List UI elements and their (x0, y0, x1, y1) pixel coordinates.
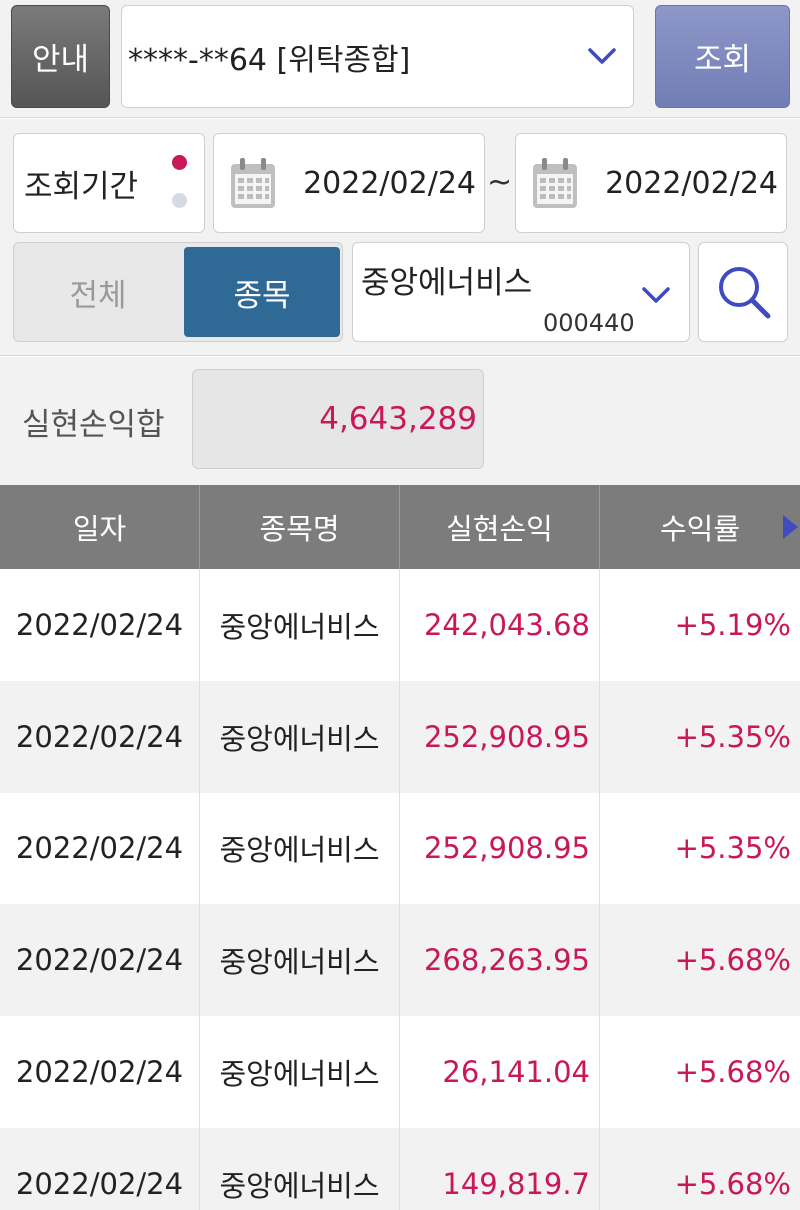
cell-pl: 149,819.7 (400, 1127, 600, 1210)
query-button[interactable]: 조회 (655, 5, 790, 108)
summary-area: 실현손익합 4,643,289 (0, 357, 800, 485)
cell-pl: 252,908.95 (400, 680, 600, 793)
summary-value: 4,643,289 (192, 369, 484, 469)
cell-name: 중앙에너비스 (200, 1127, 400, 1210)
calendar-icon (533, 158, 577, 208)
table-row[interactable]: 2022/02/24 중앙에너비스 252,908.95 +5.35% (0, 792, 800, 905)
period-label: 조회기간 (24, 168, 139, 205)
table-row[interactable]: 2022/02/24 중앙에너비스 268,263.95 +5.68% (0, 904, 800, 1017)
cell-rate: +5.68% (674, 1166, 791, 1201)
column-header-rate[interactable]: 수익률 (600, 485, 800, 569)
cell-date: 2022/02/24 (0, 1127, 200, 1210)
cell-date: 2022/02/24 (0, 569, 200, 681)
cell-date: 2022/02/24 (0, 1016, 200, 1128)
table-body: 2022/02/24 중앙에너비스 242,043.68 +5.19% 2022… (0, 569, 800, 1210)
table-row[interactable]: 2022/02/24 중앙에너비스 242,043.68 +5.19% (0, 569, 800, 681)
search-icon (719, 267, 771, 319)
top-bar: 안내 ****-**64 [위탁종합] 조회 (0, 0, 800, 118)
scope-segment: 전체 종목 (13, 242, 343, 342)
cell-pl: 242,043.68 (400, 569, 600, 681)
cell-date: 2022/02/24 (0, 680, 200, 793)
table-header: 일자 종목명 실현손익 수익률 (0, 485, 800, 569)
cell-name: 중앙에너비스 (200, 792, 400, 905)
date-to-field[interactable]: 2022/02/24 (515, 133, 787, 233)
summary-label: 실현손익합 (22, 407, 165, 443)
cell-rate: +5.19% (674, 607, 791, 642)
cell-name: 중앙에너비스 (200, 1016, 400, 1128)
cell-rate: +5.68% (674, 943, 791, 978)
cell-rate: +5.35% (674, 831, 791, 866)
cell-rate: +5.68% (674, 1055, 791, 1090)
filter-area: 조회기간 2022/02/24 ~ 2022/02/24 전체 종목 중앙에너비… (0, 119, 800, 356)
period-dot-inactive[interactable] (172, 193, 187, 208)
cell-date: 2022/02/24 (0, 792, 200, 905)
cell-pl: 26,141.04 (400, 1016, 600, 1128)
cell-date: 2022/02/24 (0, 904, 200, 1017)
date-from-field[interactable]: 2022/02/24 (213, 133, 485, 233)
date-separator: ~ (487, 165, 513, 200)
cell-rate: +5.35% (674, 719, 791, 754)
cell-name: 중앙에너비스 (200, 569, 400, 681)
column-header-pl[interactable]: 실현손익 (400, 485, 600, 569)
date-to-value: 2022/02/24 (605, 165, 778, 201)
guide-button[interactable]: 안내 (11, 5, 110, 108)
tab-all[interactable]: 전체 (14, 243, 182, 341)
next-columns-arrow-icon[interactable] (780, 513, 800, 541)
cell-pl: 252,908.95 (400, 792, 600, 905)
cell-name: 중앙에너비스 (200, 680, 400, 793)
calendar-icon (231, 158, 275, 208)
stock-select[interactable]: 중앙에너비스 000440 (352, 242, 690, 342)
chevron-down-icon (588, 48, 616, 64)
cell-pl: 268,263.95 (400, 904, 600, 1017)
cell-name: 중앙에너비스 (200, 904, 400, 1017)
search-button[interactable] (698, 242, 788, 342)
chevron-down-icon (642, 287, 670, 303)
tab-stock[interactable]: 종목 (184, 247, 340, 337)
column-header-name[interactable]: 종목명 (200, 485, 400, 569)
table-row[interactable]: 2022/02/24 중앙에너비스 252,908.95 +5.35% (0, 680, 800, 793)
account-select[interactable]: ****-**64 [위탁종합] (121, 5, 634, 108)
period-dot-active[interactable] (172, 155, 187, 170)
period-selector[interactable]: 조회기간 (13, 133, 205, 233)
account-value: ****-**64 [위탁종합] (128, 42, 411, 78)
table-row[interactable]: 2022/02/24 중앙에너비스 26,141.04 +5.68% (0, 1016, 800, 1128)
table-row[interactable]: 2022/02/24 중앙에너비스 149,819.7 +5.68% (0, 1127, 800, 1210)
column-header-date[interactable]: 일자 (0, 485, 200, 569)
stock-name: 중앙에너비스 (361, 265, 533, 301)
stock-code: 000440 (543, 309, 635, 337)
date-from-value: 2022/02/24 (303, 165, 476, 201)
